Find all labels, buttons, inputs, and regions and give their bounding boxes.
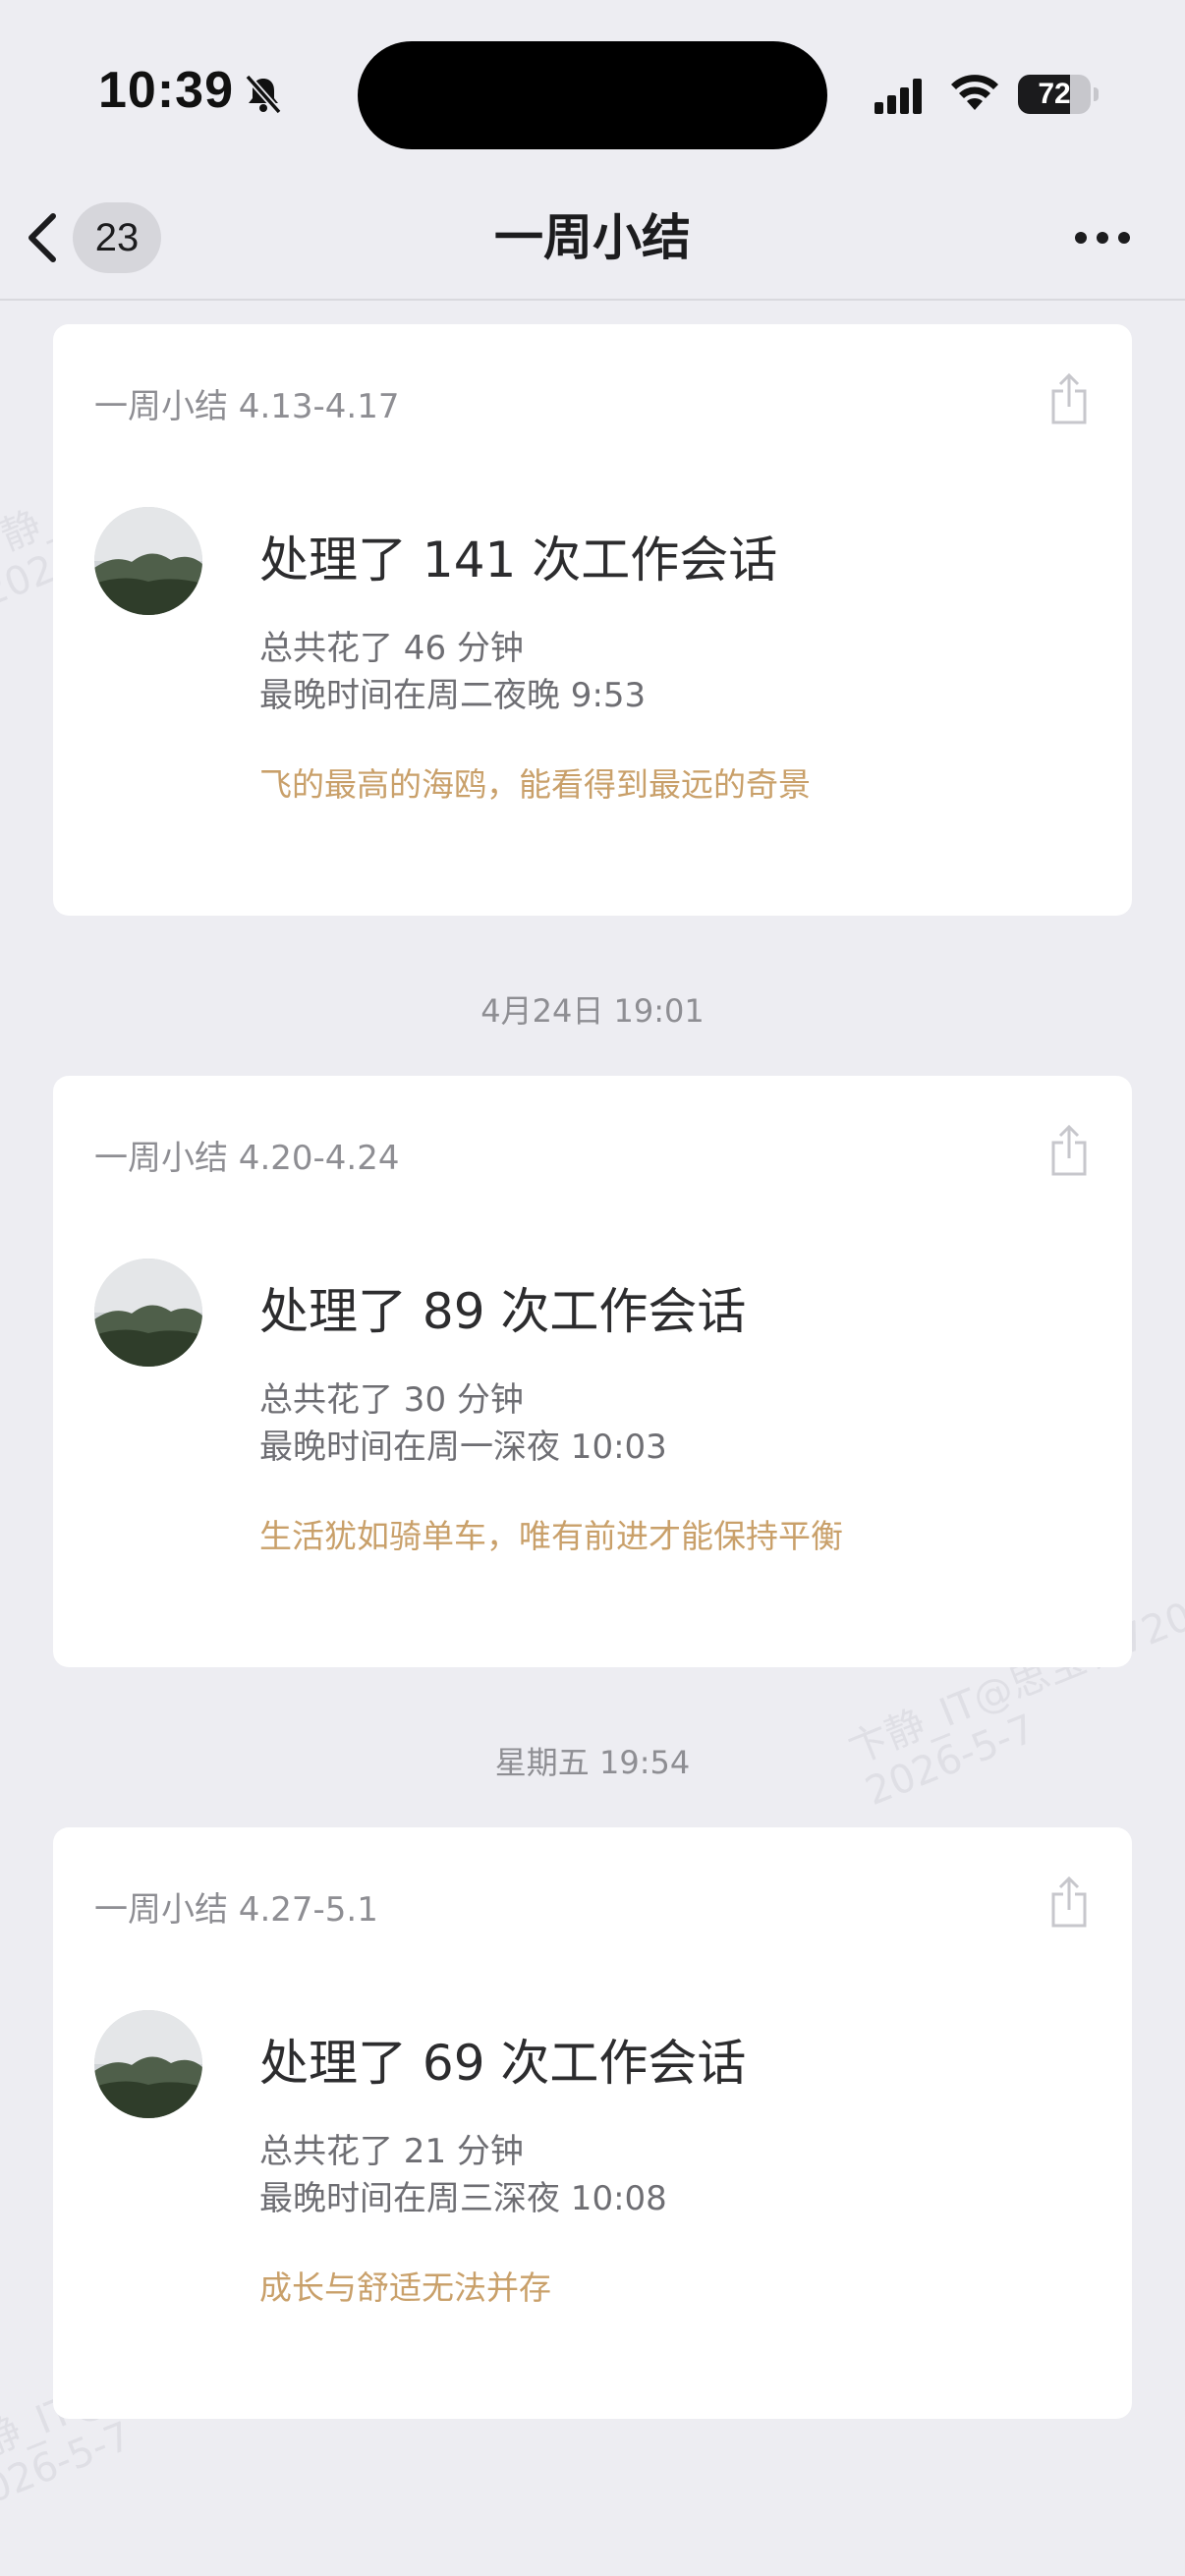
back-unread-count[interactable]: 23 [73, 202, 161, 273]
nav-bar: 23 一周小结 [0, 177, 1185, 301]
wifi-icon [951, 75, 998, 110]
card-header: 一周小结 4.20-4.24 [94, 1139, 400, 1178]
back-chevron-icon[interactable] [20, 206, 65, 269]
cellular-signal-icon [875, 79, 922, 114]
dynamic-island [358, 41, 827, 149]
share-icon[interactable] [1049, 371, 1089, 426]
quote-text: 飞的最高的海鸥，能看得到最远的奇景 [259, 765, 811, 804]
duration-text: 总共花了 21 分钟 [259, 2132, 524, 2171]
avatar [94, 2010, 202, 2118]
status-bar: 10:39 72 [0, 0, 1185, 177]
duration-text: 总共花了 46 分钟 [259, 629, 524, 668]
weekly-summary-card[interactable]: 一周小结 4.27-5.1 处理了 69 次工作会话 总共花了 21 分钟 最晚… [53, 1827, 1132, 2419]
quote-text: 生活犹如骑单车，唯有前进才能保持平衡 [259, 1517, 843, 1555]
status-time: 10:39 [98, 62, 234, 119]
session-count-text: 处理了 69 次工作会话 [259, 2035, 747, 2092]
share-icon[interactable] [1049, 1875, 1089, 1930]
quote-text: 成长与舒适无法并存 [259, 2268, 551, 2307]
avatar [94, 1259, 202, 1367]
weekly-summary-card[interactable]: 一周小结 4.20-4.24 处理了 89 次工作会话 总共花了 30 分钟 最… [53, 1076, 1132, 1667]
latest-time-text: 最晚时间在周三深夜 10:08 [259, 2179, 667, 2218]
latest-time-text: 最晚时间在周一深夜 10:03 [259, 1428, 667, 1467]
session-count-text: 处理了 141 次工作会话 [259, 532, 778, 588]
bell-muted-icon [245, 74, 282, 115]
timestamp-separator: 星期五 19:54 [494, 1744, 691, 1781]
weekly-summary-card[interactable]: 一周小结 4.13-4.17 处理了 141 次工作会话 总共花了 46 分钟 … [53, 324, 1132, 916]
latest-time-text: 最晚时间在周二夜晚 9:53 [259, 676, 647, 715]
battery-icon: 72 [1018, 75, 1099, 114]
share-icon[interactable] [1049, 1123, 1089, 1178]
duration-text: 总共花了 30 分钟 [259, 1380, 524, 1420]
avatar [94, 507, 202, 615]
card-header: 一周小结 4.27-5.1 [94, 1890, 378, 1930]
message-feed[interactable]: 卞静_IT@思宝特7208 2026-5-7 卞静_IT@思宝特7208 202… [0, 299, 1185, 2576]
session-count-text: 处理了 89 次工作会话 [259, 1283, 747, 1340]
timestamp-separator: 4月24日 19:01 [480, 992, 705, 1030]
more-icon[interactable] [1071, 212, 1134, 263]
card-header: 一周小结 4.13-4.17 [94, 387, 400, 426]
battery-percent: 72 [1038, 78, 1071, 110]
page-title: 一周小结 [494, 209, 691, 266]
